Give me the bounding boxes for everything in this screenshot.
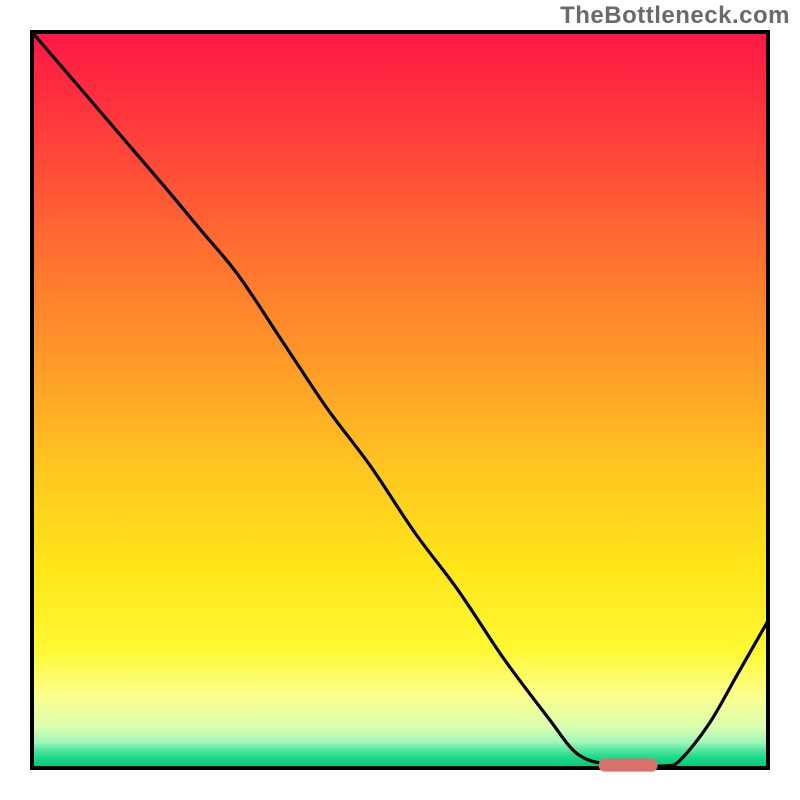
chart-frame: TheBottleneck.com <box>0 0 800 800</box>
gradient-background <box>32 32 768 768</box>
chart-svg <box>0 0 800 800</box>
plot-area <box>32 32 768 768</box>
optimal-zone-marker <box>599 759 658 772</box>
watermark-text: TheBottleneck.com <box>560 2 790 30</box>
